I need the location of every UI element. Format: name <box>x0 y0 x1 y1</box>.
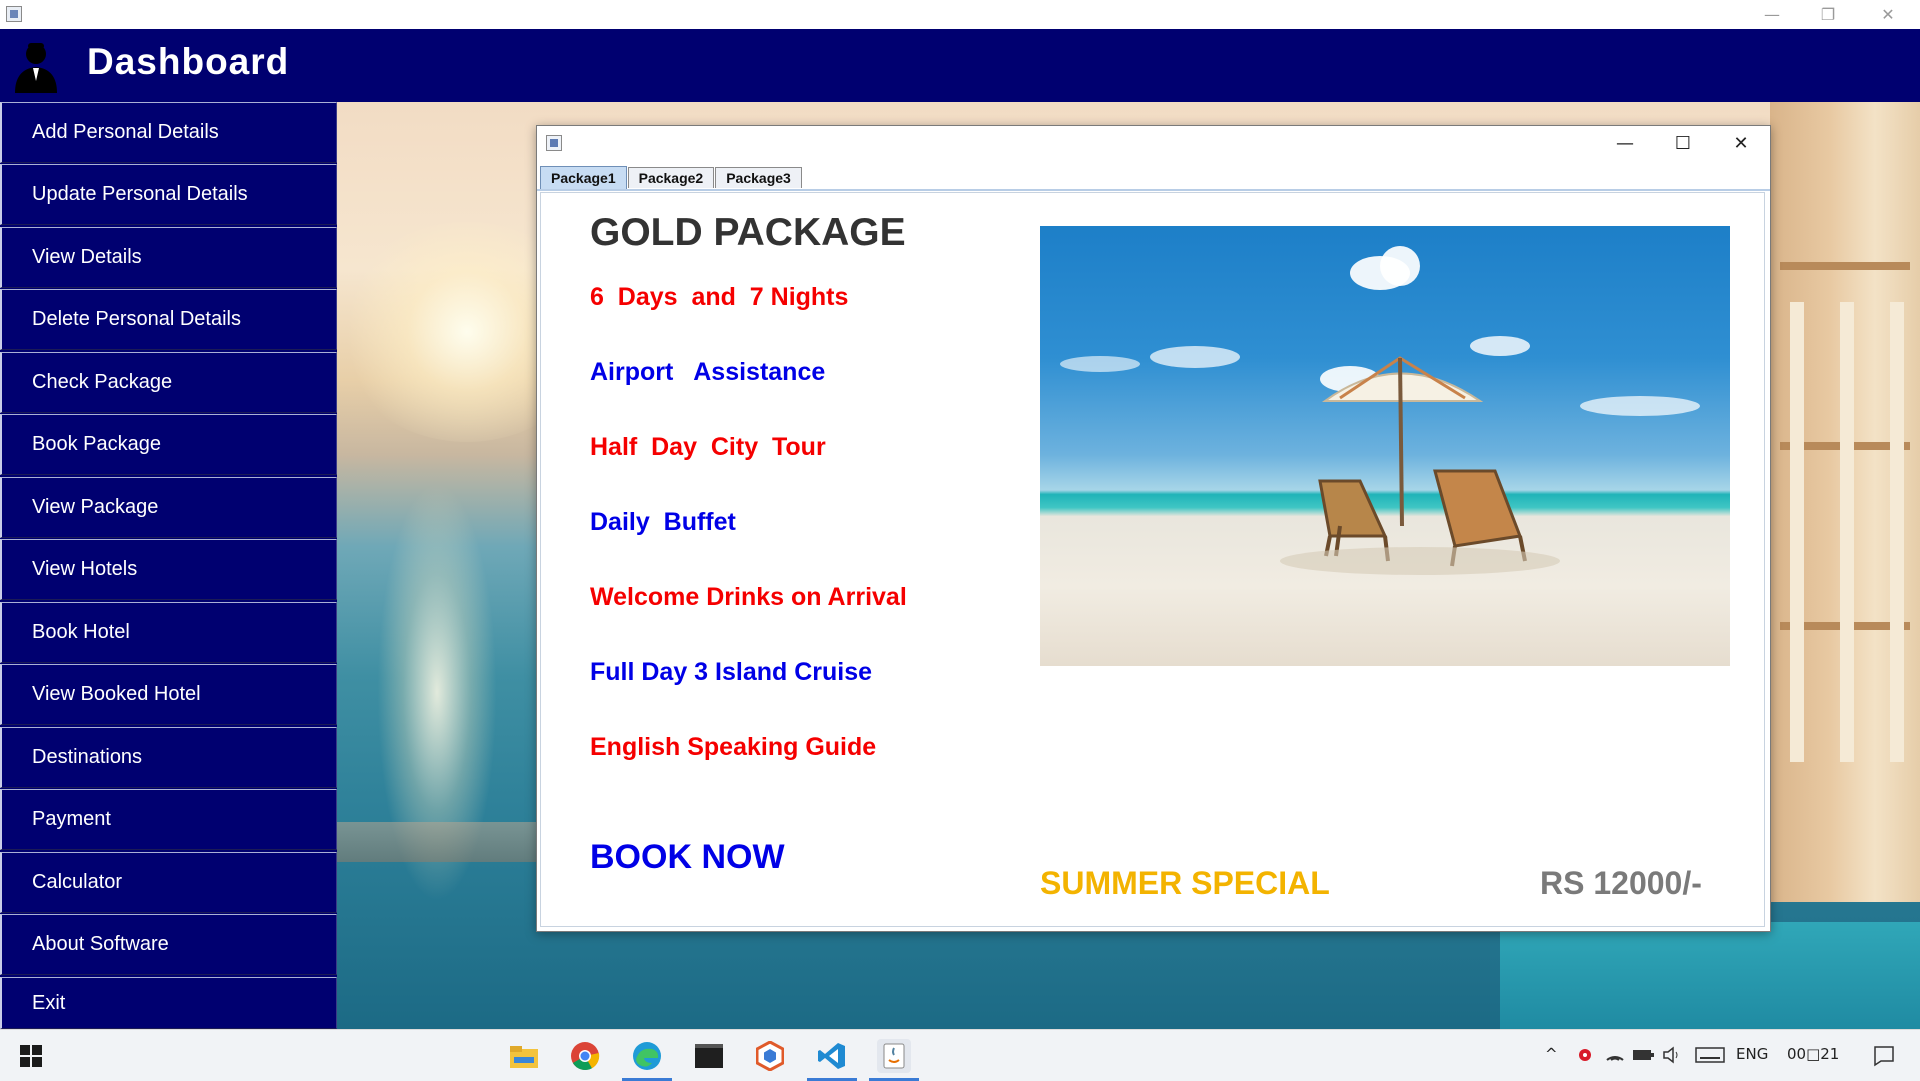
package-maximize-button[interactable]: ☐ <box>1654 126 1712 161</box>
feature-duration: 6 Days and 7 Nights <box>590 283 849 311</box>
sidebar-item-book-package[interactable]: Book Package <box>0 414 337 475</box>
sidebar-item-label: Update Personal Details <box>32 183 248 205</box>
feature-guide: English Speaking Guide <box>590 733 877 761</box>
sidebar-item-label: Add Personal Details <box>32 121 219 143</box>
sidebar-item-label: Calculator <box>32 871 123 893</box>
feature-airport-assistance: Airport Assistance <box>590 358 826 386</box>
sidebar-item-view-package[interactable]: View Package <box>0 477 337 538</box>
sidebar-item-label: Book Package <box>32 433 161 455</box>
tray-virus-icon[interactable] <box>1575 1045 1595 1065</box>
app-cube-icon[interactable] <box>753 1039 787 1073</box>
edge-icon[interactable] <box>622 1039 672 1081</box>
user-avatar-icon <box>15 43 57 93</box>
sidebar-item-calculator[interactable]: Calculator <box>0 852 337 913</box>
sidebar-item-update-personal-details[interactable]: Update Personal Details <box>0 164 337 225</box>
beach-umbrella-image <box>1040 226 1730 666</box>
tab-package2[interactable]: Package2 <box>627 167 715 188</box>
tab-package3[interactable]: Package3 <box>715 167 802 188</box>
sidebar-item-view-hotels[interactable]: View Hotels <box>0 539 337 600</box>
sidebar-item-payment[interactable]: Payment <box>0 789 337 850</box>
summer-special-label: SUMMER SPECIAL <box>1040 865 1330 901</box>
volume-icon[interactable] <box>1662 1045 1684 1065</box>
book-now-button[interactable]: BOOK NOW <box>590 838 785 877</box>
java-window-icon <box>6 6 22 22</box>
sidebar-item-label: Delete Personal Details <box>32 308 241 330</box>
window-title-bar: — ❐ ✕ <box>0 0 1920 29</box>
sidebar-item-check-package[interactable]: Check Package <box>0 352 337 413</box>
sidebar-item-delete-personal-details[interactable]: Delete Personal Details <box>0 289 337 350</box>
sidebar-item-label: Check Package <box>32 371 173 393</box>
keyboard-icon[interactable] <box>1695 1047 1725 1063</box>
window-restore-button[interactable]: ❐ <box>1800 0 1856 29</box>
sidebar-item-label: View Details <box>32 246 142 268</box>
sidebar-item-label: Exit <box>32 991 66 1014</box>
pool-water <box>1500 922 1920 1029</box>
clock[interactable]: 00□21 <box>1787 1045 1839 1063</box>
feature-city-tour: Half Day City Tour <box>590 433 826 461</box>
sidebar-item-label: About Software <box>32 933 169 955</box>
window-minimize-button[interactable]: — <box>1744 0 1800 29</box>
resort-building <box>1770 102 1920 902</box>
taskbar: ^ ENG 00□21 <box>0 1029 1920 1081</box>
tab-package1[interactable]: Package1 <box>540 166 627 189</box>
sidebar-item-label: View Booked Hotel <box>32 683 201 705</box>
package-title: GOLD PACKAGE <box>590 211 906 254</box>
sidebar-item-book-hotel[interactable]: Book Hotel <box>0 602 337 663</box>
chrome-icon[interactable] <box>568 1039 602 1073</box>
package-window: — ☐ ✕ Package1 Package2 Package3 GOLD PA… <box>536 125 1771 932</box>
sidebar-item-view-booked-hotel[interactable]: View Booked Hotel <box>0 664 337 725</box>
file-explorer-icon[interactable] <box>507 1039 541 1073</box>
battery-icon[interactable] <box>1632 1045 1656 1065</box>
package-window-title-bar: — ☐ ✕ <box>537 126 1770 161</box>
sidebar: Add Personal Details Update Personal Det… <box>0 102 337 1029</box>
sidebar-item-label: View Hotels <box>32 558 138 580</box>
sidebar-item-about-software[interactable]: About Software <box>0 914 337 975</box>
sidebar-item-label: Book Hotel <box>32 621 130 643</box>
sidebar-item-label: Payment <box>32 808 111 830</box>
feature-welcome-drinks: Welcome Drinks on Arrival <box>590 583 907 611</box>
language-indicator[interactable]: ENG <box>1736 1045 1768 1063</box>
sidebar-item-label: View Package <box>32 496 159 518</box>
feature-daily-buffet: Daily Buffet <box>590 508 736 536</box>
tab-divider <box>537 189 1770 191</box>
sidebar-item-exit[interactable]: Exit <box>0 977 337 1029</box>
feature-island-cruise: Full Day 3 Island Cruise <box>590 658 873 686</box>
vscode-icon[interactable] <box>807 1039 857 1081</box>
sidebar-item-view-details[interactable]: View Details <box>0 227 337 288</box>
dashboard-header: Dashboard <box>0 29 1920 102</box>
price-label: RS 12000/- <box>1540 865 1702 901</box>
tray-expand-icon[interactable]: ^ <box>1545 1045 1558 1063</box>
sidebar-item-destinations[interactable]: Destinations <box>0 727 337 788</box>
notification-icon[interactable] <box>1873 1045 1895 1067</box>
sidebar-item-label: Destinations <box>32 746 143 768</box>
package-close-button[interactable]: ✕ <box>1712 126 1770 161</box>
windows-start-icon[interactable] <box>20 1045 42 1067</box>
package-tabs: Package1 Package2 Package3 <box>540 166 803 189</box>
java-window-icon <box>546 135 562 151</box>
java-app-icon[interactable] <box>869 1039 919 1081</box>
dashboard-title: Dashboard <box>87 41 290 82</box>
package-minimize-button[interactable]: — <box>1596 126 1654 161</box>
package-panel: GOLD PACKAGE 6 Days and 7 Nights Airport… <box>540 192 1765 927</box>
sidebar-item-add-personal-details[interactable]: Add Personal Details <box>0 102 337 163</box>
window-close-button[interactable]: ✕ <box>1860 0 1916 29</box>
wifi-icon[interactable] <box>1605 1045 1625 1065</box>
terminal-icon[interactable] <box>692 1039 726 1073</box>
